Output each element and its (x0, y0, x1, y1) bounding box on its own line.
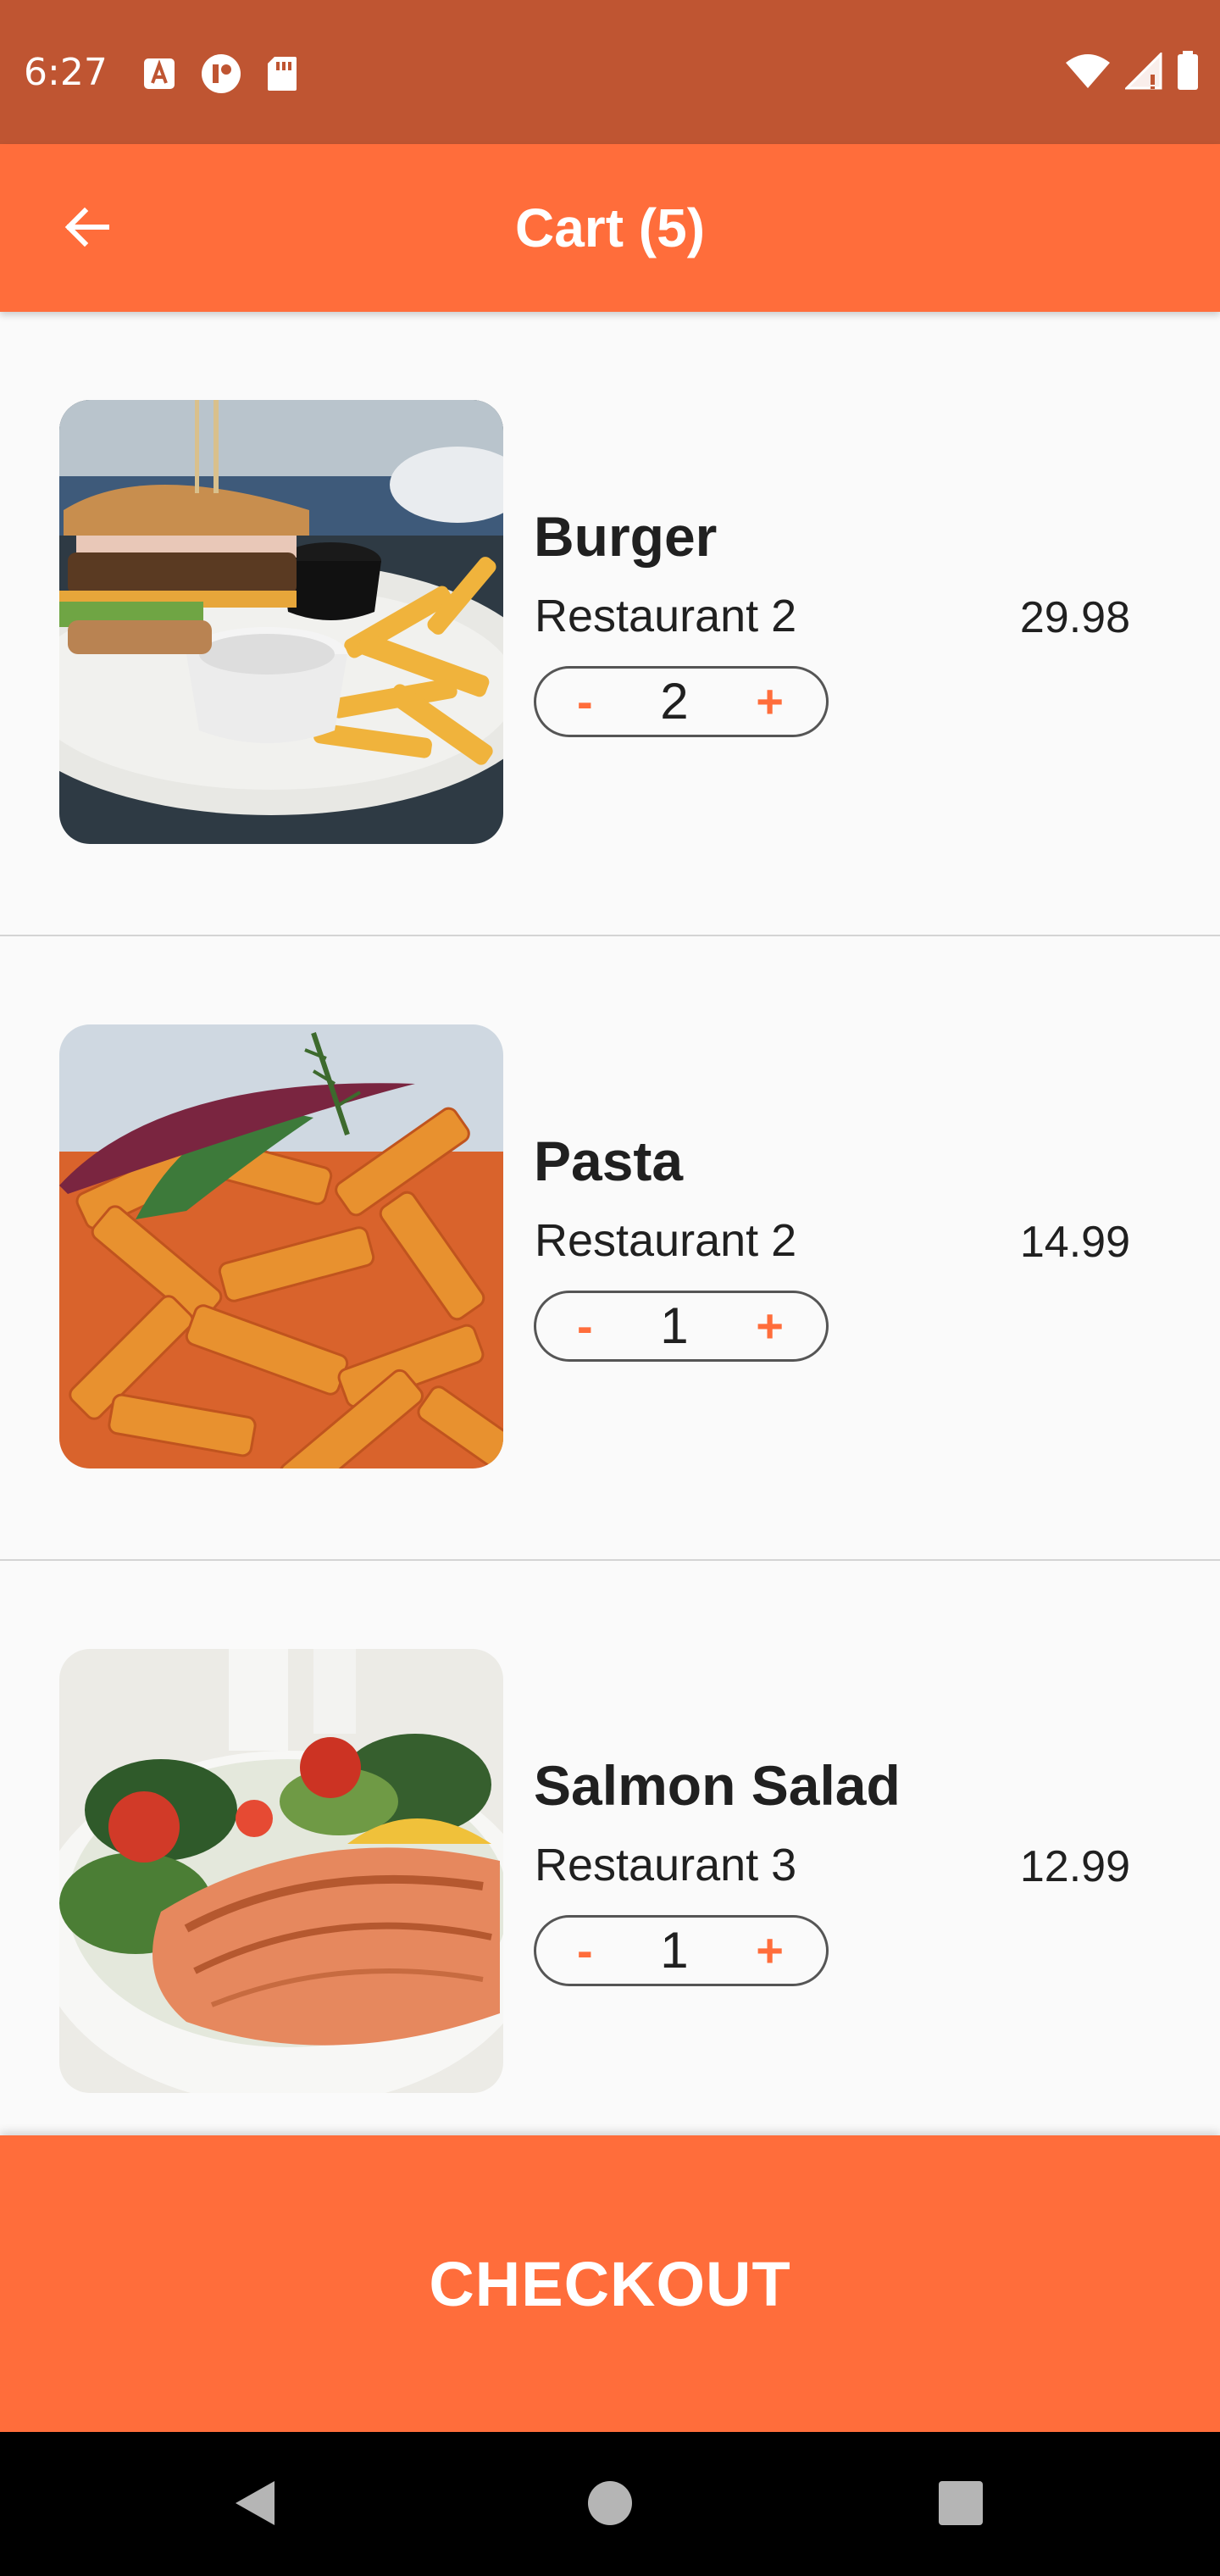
keyboard-a-icon (142, 57, 176, 95)
salmon-salad-photo (59, 1649, 503, 2093)
pasta-photo (59, 1024, 503, 1468)
signal-icon (1123, 51, 1162, 94)
increase-button[interactable]: + (756, 1925, 784, 1976)
cart-item[interactable]: Burger Restaurant 2 29.98 - 2 + (0, 312, 1220, 936)
system-nav-bar (0, 2432, 1220, 2576)
item-price: 29.98 (1019, 593, 1130, 642)
item-restaurant: Restaurant 2 (535, 1215, 797, 1266)
item-name: Salmon Salad (534, 1754, 901, 1817)
quantity-value: 2 (660, 673, 689, 730)
quantity-stepper: - 1 + (534, 1291, 829, 1362)
status-icons-right (1064, 51, 1200, 96)
checkout-label: CHECKOUT (429, 2248, 791, 2319)
item-name: Pasta (534, 1130, 684, 1192)
nav-recents-button[interactable] (930, 2474, 991, 2535)
page-title: Cart (5) (514, 197, 706, 258)
item-restaurant: Restaurant 2 (535, 591, 797, 641)
cart-item[interactable]: Pasta Restaurant 2 14.99 - 1 + (0, 936, 1220, 1561)
nav-back-button[interactable] (224, 2474, 285, 2535)
quantity-stepper: - 1 + (534, 1915, 829, 1986)
checkout-button[interactable]: CHECKOUT (0, 2135, 1220, 2432)
cart-list: Burger Restaurant 2 29.98 - 2 + Pasta Re… (0, 312, 1220, 2185)
increase-button[interactable]: + (756, 1301, 784, 1352)
battery-icon (1176, 51, 1200, 96)
status-icons-left (142, 53, 298, 99)
quantity-stepper: - 2 + (534, 666, 829, 737)
nav-home-button[interactable] (580, 2474, 640, 2535)
item-price: 14.99 (1019, 1218, 1130, 1267)
triangle-back-icon (230, 2478, 278, 2533)
increase-button[interactable]: + (756, 676, 784, 727)
item-restaurant: Restaurant 3 (535, 1840, 797, 1890)
quantity-value: 1 (660, 1922, 689, 1979)
wifi-icon (1064, 53, 1112, 94)
status-bar: 6:27 (0, 0, 1220, 144)
item-price: 12.99 (1019, 1842, 1130, 1891)
circle-home-icon (586, 2479, 634, 2531)
app-bar: Cart (5) (0, 144, 1220, 312)
decrease-button[interactable]: - (577, 1301, 593, 1352)
decrease-button[interactable]: - (577, 1925, 593, 1976)
status-time: 6:27 (24, 51, 108, 94)
item-name: Burger (534, 505, 718, 568)
square-recents-icon (937, 2479, 984, 2531)
quantity-value: 1 (660, 1297, 689, 1354)
burger-photo (59, 400, 503, 844)
sd-card-icon (266, 55, 298, 97)
media-icon (200, 53, 242, 99)
decrease-button[interactable]: - (577, 676, 593, 727)
cart-item[interactable]: Salmon Salad Restaurant 3 12.99 - 1 + (0, 1561, 1220, 2185)
